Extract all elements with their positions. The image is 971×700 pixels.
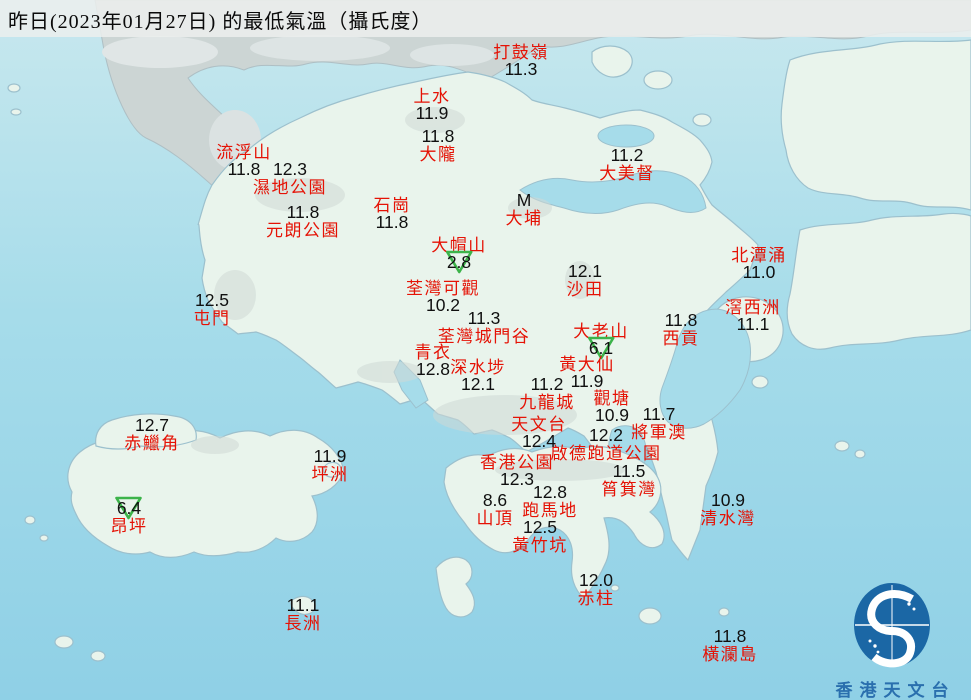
station-temperature: 11.1 [736,314,770,335]
station-name: 黃竹坑 [512,535,568,555]
station-temperature: 11.9 [313,446,347,466]
station-name: 山頂 [476,508,514,528]
station-marker: 10.9 清水灣 [700,490,756,528]
station-name: 清水灣 [700,508,756,528]
station-marker: 滘西洲 11.1 [725,299,781,334]
station-temperature: 11.8 [664,310,698,330]
station-temperature: 12.7 [134,415,170,435]
station-marker: 12.8 跑馬地 [522,482,578,519]
station-temperature: 11.8 [375,212,409,233]
station-name: 大隴 [419,144,457,164]
station-name: 坪洲 [311,464,349,484]
station-marker: 青衣 12.8 [415,344,452,379]
station-name: 昂坪 [110,516,148,536]
station-temperature: 12.8 [532,482,568,502]
hko-logo-icon [854,583,930,668]
station-marker: 深水埗 12.1 [450,359,506,394]
station-name: 赤鱲角 [124,433,180,453]
station-temperature: 11.0 [742,262,776,283]
station-temperature: 12.0 [578,570,614,590]
station-temperature: 12.1 [567,261,603,281]
station-temperature: 8.6 [482,490,508,510]
station-temperature: 11.8 [713,626,747,646]
station-marker: 12.2 啟德跑道公園 [550,425,662,463]
station-temperature: 11.2 [530,374,564,394]
station-name: 屯門 [193,308,231,328]
hko-logo-chinese: 香港天文台 [835,681,956,700]
station-temperature: 11.8 [286,202,320,222]
station-temperature: 11.8 [421,126,455,146]
station-marker: 12.7 赤鱲角 [124,415,180,453]
station-name: 赤柱 [577,588,615,608]
station-temperature: 2.8 [445,251,473,274]
station-name: 大美督 [599,163,655,183]
station-marker: 大帽山 2.8 [431,237,487,274]
station-marker: 11.8 西貢 [662,310,700,348]
station-name: 筲箕灣 [601,479,657,499]
station-marker: 大老山 6.1 [573,323,629,360]
station-temperature: 10.9 [710,490,746,510]
station-temperature: 11.5 [612,461,646,481]
station-marker: 6.4 昂坪 [110,496,148,536]
station-marker: 11.3 荃灣城門谷 [437,308,531,346]
station-marker: 11.8 大隴 [419,126,457,164]
station-marker: 上水 11.9 [414,88,451,123]
station-marker: 11.2 大美督 [599,145,655,183]
station-marker: M 大埔 [505,190,543,228]
station-temperature: 11.2 [610,145,644,165]
station-name: 沙田 [566,279,604,299]
station-marker: 8.6 山頂 [476,490,514,528]
station-marker: 石崗 11.8 [374,197,411,232]
station-marker: 觀塘 10.9 [594,390,631,425]
station-marker: 11.1 長洲 [284,595,322,633]
station-temperature: 10.9 [594,405,630,426]
map-title: 昨日(2023年01月27日) 的最低氣溫（攝氏度） [8,11,433,33]
station-temperature: 11.1 [286,595,320,615]
station-temperature: 6.4 [115,496,143,520]
station-name: 大埔 [505,208,543,228]
station-name: 荃灣城門谷 [437,326,531,346]
station-marker: 11.5 筲箕灣 [601,461,657,499]
station-marker: 11.8 橫瀾島 [702,626,758,664]
station-marker: 12.1 沙田 [566,261,604,299]
station-marker: 12.5 屯門 [193,290,231,328]
min-temperature-map-page: 昨日(2023年01月27日) 的最低氣溫（攝氏度） 打鼓嶺 11.3 上水 11.9… [0,0,971,700]
station-marker: 11.9 坪洲 [311,446,349,484]
station-name: 濕地公園 [253,177,327,197]
station-temperature: 11.9 [415,103,449,124]
station-temperature: 12.8 [415,359,451,380]
hko-logo: 香港天文台 HONG KONG OBSERVATORY [814,580,970,700]
station-name: 元朗公園 [266,220,340,240]
station-marker: 12.3 濕地公園 [253,159,327,197]
station-marker: 打鼓嶺 11.3 [493,44,549,79]
green-triangle-icon [445,251,473,274]
station-temperature: 12.3 [272,159,308,179]
station-temperature: 12.1 [460,374,496,395]
station-name: 長洲 [284,613,322,633]
station-name: 啟德跑道公園 [550,443,662,463]
station-temperature: 11.3 [467,308,501,328]
station-marker: 11.8 元朗公園 [266,202,340,240]
station-name: 九龍城 [519,392,575,412]
station-marker: 12.5 黃竹坑 [512,517,568,555]
station-marker: 11.2 九龍城 [519,374,575,412]
station-temperature: 11.7 [642,404,676,424]
station-temperature: M [516,190,532,210]
station-name: 橫瀾島 [702,644,758,664]
station-temperature: 12.5 [194,290,230,310]
station-marker: 北潭涌 11.0 [731,247,787,282]
station-temperature: 12.5 [522,517,558,537]
station-name: 西貢 [662,328,700,348]
station-temperature: 11.3 [504,59,538,80]
station-marker: 12.0 赤柱 [577,570,615,608]
station-temperature: 12.2 [588,425,624,445]
